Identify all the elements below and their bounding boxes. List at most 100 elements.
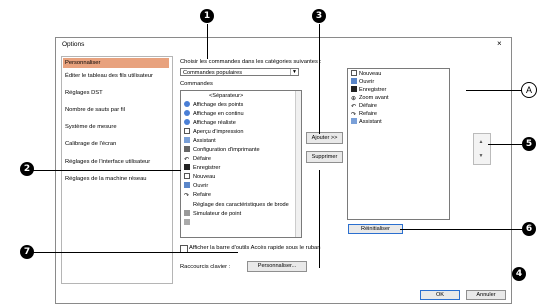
close-icon[interactable]: × [497, 39, 502, 48]
command-icon [184, 219, 190, 225]
cancel-button[interactable]: Annuler [466, 290, 506, 300]
ok-button[interactable]: OK [420, 290, 460, 300]
quick-access-toolbar-list[interactable]: Nouveau Ouvrir Enregistrer ⊕ Zoom avant ↶… [347, 68, 450, 220]
customize-shortcuts-button[interactable]: Personnaliser... [247, 261, 307, 272]
command-label: Configuration d'imprimante [193, 147, 260, 153]
category-item-network[interactable]: Réglages de la machine réseau [65, 176, 147, 182]
command-label: Affichage réaliste [193, 120, 236, 126]
command-item[interactable]: Simulateur de point [184, 210, 241, 218]
command-item[interactable]: Nouveau [184, 173, 215, 181]
callout-line-5 [488, 144, 522, 145]
open-folder-icon [351, 78, 357, 84]
save-icon [351, 86, 357, 92]
toolbar-item[interactable]: Nouveau [351, 70, 381, 78]
callout-badge-4: 4 [512, 267, 526, 281]
callout-badge-5: 5 [522, 137, 536, 151]
quick-access-label: Afficher la barre d'outils Accès rapide … [189, 245, 321, 251]
command-label: Ouvrir [193, 183, 209, 189]
command-item[interactable]: Ouvrir [184, 182, 208, 190]
toolbar-item-label: Ouvrir [359, 79, 375, 85]
new-file-icon [351, 70, 357, 76]
command-label: Défaire [193, 156, 212, 162]
callout-line-a [466, 90, 524, 91]
new-file-icon [184, 173, 190, 179]
undo-icon: ↶ [184, 157, 190, 163]
toolbar-item[interactable]: ↷ Refaire [351, 110, 377, 118]
category-item-dst[interactable]: Réglages DST [65, 90, 103, 96]
chevron-down-icon[interactable]: ▼ [290, 69, 298, 75]
commands-list[interactable]: <Séparateur> Affichage des points Affich… [180, 90, 302, 238]
continuous-view-icon [184, 110, 190, 116]
stitch-view-icon [184, 101, 190, 107]
command-item[interactable]: Affichage en continu [184, 110, 244, 118]
command-label: Assistant [193, 138, 216, 144]
command-item[interactable]: Affichage réaliste [184, 119, 236, 127]
toolbar-item[interactable]: Assistant [351, 118, 382, 126]
toolbar-item-label: Zoom avant [359, 95, 389, 101]
category-select-value: Commandes populaires [183, 70, 243, 76]
move-down-icon[interactable]: ▼ [476, 150, 486, 162]
move-buttons: ▲ ▼ [473, 133, 491, 165]
toolbar-item-label: Refaire [359, 111, 378, 117]
category-item-jumps[interactable]: Nombre de sauts par fil [65, 107, 125, 113]
command-label: Enregistrer [193, 165, 221, 171]
printer-icon [184, 146, 190, 152]
command-item[interactable]: Réglage des caractéristiques de brode [193, 201, 289, 209]
command-item[interactable]: Affichage des points [184, 101, 243, 109]
open-folder-icon [184, 182, 190, 188]
callout-line-1 [207, 24, 208, 59]
callout-line-6 [400, 229, 526, 230]
toolbar-item[interactable]: Ouvrir [351, 78, 374, 86]
save-icon [184, 164, 190, 170]
add-button[interactable]: Ajouter >> [306, 132, 343, 144]
command-label: Refaire [193, 192, 212, 198]
toolbar-item[interactable]: ⊕ Zoom avant [351, 94, 389, 102]
toolbar-item-label: Défaire [359, 103, 378, 109]
category-select[interactable]: Commandes populaires ▼ [180, 68, 299, 76]
wizard-icon [351, 118, 357, 124]
command-label: Nouveau [193, 174, 216, 180]
category-item-thread-table[interactable]: Éditer le tableau des fils utilisateur [65, 73, 153, 79]
command-item[interactable]: Assistant [184, 137, 216, 145]
category-item-customize[interactable]: Personnaliser [63, 58, 169, 68]
callout-badge-1: 1 [200, 9, 214, 23]
dialog-title: Options [62, 41, 85, 48]
print-preview-icon [184, 128, 190, 134]
wizard-icon [184, 137, 190, 143]
toolbar-item-label: Nouveau [359, 71, 382, 77]
commands-scrollbar[interactable] [295, 91, 301, 237]
realistic-view-icon [184, 119, 190, 125]
category-item-units[interactable]: Système de mesure [65, 124, 117, 130]
category-item-ui[interactable]: Réglages de l'interface utilisateur [65, 159, 150, 165]
command-label: Aperçu d'impression [193, 129, 244, 135]
command-item[interactable]: ↷ Refaire [184, 191, 211, 199]
callout-badge-3: 3 [312, 9, 326, 23]
callout-circle-a: A [521, 82, 537, 98]
command-label: Affichage en continu [193, 111, 244, 117]
toolbar-item-label: Assistant [359, 119, 382, 125]
shortcut-label: Raccourcis clavier : [180, 264, 231, 270]
callout-line-2 [33, 170, 181, 171]
toolbar-item[interactable]: Enregistrer [351, 86, 386, 94]
move-up-icon[interactable]: ▲ [476, 136, 486, 148]
callout-badge-6: 6 [522, 222, 536, 236]
command-label: Affichage des points [193, 102, 244, 108]
callout-badge-2: 2 [20, 162, 34, 176]
command-item[interactable]: Configuration d'imprimante [184, 146, 260, 154]
reset-button[interactable]: Réinitialiser [348, 224, 403, 234]
command-item[interactable]: Aperçu d'impression [184, 128, 244, 136]
redo-icon: ↷ [184, 193, 190, 199]
toolbar-item-label: Enregistrer [359, 87, 387, 93]
choose-commands-label: Choisir les commandes dans les catégorie… [180, 59, 322, 65]
command-item[interactable]: ↶ Défaire [184, 155, 211, 163]
command-item[interactable]: Enregistrer [184, 164, 220, 172]
command-item[interactable] [184, 219, 193, 227]
remove-button[interactable]: Supprimer [306, 151, 343, 163]
category-item-calibration[interactable]: Calibrage de l'écran [65, 141, 116, 147]
callout-badge-7: 7 [20, 245, 34, 259]
callout-line-3 [319, 24, 320, 134]
command-label: Simulateur de point [193, 211, 242, 217]
command-item-separator[interactable]: <Séparateur> [209, 92, 243, 100]
commands-label: Commandes [180, 81, 213, 87]
toolbar-item[interactable]: ↶ Défaire [351, 102, 377, 110]
